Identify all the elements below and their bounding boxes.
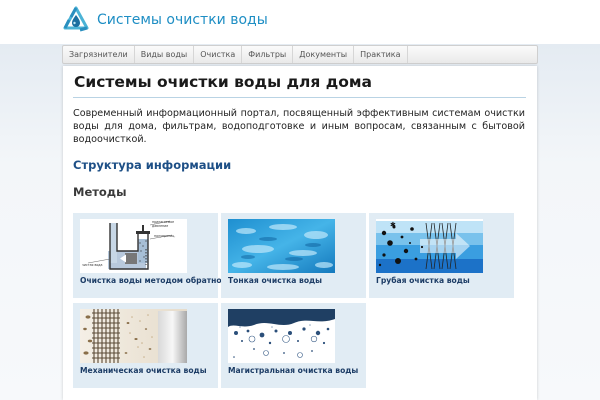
- method-caption[interactable]: Очистка воды методом обратного: [80, 276, 231, 285]
- method-caption[interactable]: Тонкая очистка воды: [228, 276, 322, 285]
- page-title: Системы очистки воды для дома: [74, 73, 373, 91]
- nav-item-pollutants[interactable]: Загрязнители: [63, 46, 135, 63]
- title-divider: [73, 97, 526, 98]
- svg-text:давление: давление: [152, 224, 168, 228]
- blue-water-texture-image[interactable]: [228, 219, 335, 273]
- main-content: Системы очистки воды для дома Современны…: [63, 66, 537, 400]
- method-card-mechanical[interactable]: Механическая очистка воды: [73, 303, 218, 388]
- method-card-coarse[interactable]: ✱ Грубая очистка воды: [369, 213, 514, 298]
- main-navigation: Загрязнители Виды воды Очистка Фильтры Д…: [62, 45, 538, 64]
- nav-item-purification[interactable]: Очистка: [194, 46, 243, 63]
- method-card-fine[interactable]: Тонкая очистка воды: [221, 213, 366, 298]
- mainline-filter-micrograph-image[interactable]: [228, 309, 335, 363]
- intro-text: Современный информационный портал, посвя…: [73, 108, 525, 145]
- site-header: Системы очистки воды: [0, 0, 600, 44]
- nav-item-filters[interactable]: Фильтры: [242, 46, 294, 63]
- mechanical-filter-mesh-image[interactable]: [80, 309, 187, 363]
- nav-item-documents[interactable]: Документы: [293, 46, 355, 63]
- nav-item-practice[interactable]: Практика: [354, 46, 408, 63]
- svg-text:полупрониц.: полупрониц.: [154, 234, 175, 238]
- method-caption[interactable]: Механическая очистка воды: [80, 366, 207, 375]
- nav-item-water-types[interactable]: Виды воды: [135, 46, 195, 63]
- reverse-osmosis-diagram-image[interactable]: прилагаемое давление полупрониц. чистая …: [80, 219, 187, 273]
- method-card-mainline[interactable]: Магистральная очистка воды: [221, 303, 366, 388]
- coarse-filter-diagram-image[interactable]: ✱: [376, 219, 483, 273]
- site-title[interactable]: Системы очистки воды: [97, 12, 268, 28]
- method-caption[interactable]: Грубая очистка воды: [376, 276, 470, 285]
- method-card-reverse-osmosis[interactable]: прилагаемое давление полупрониц. чистая …: [73, 213, 231, 298]
- svg-text:чистая вода: чистая вода: [82, 263, 102, 267]
- structure-heading-link[interactable]: Структура информации: [73, 158, 231, 172]
- recycle-water-drop-icon[interactable]: [62, 6, 90, 36]
- methods-heading: Методы: [73, 185, 127, 199]
- method-caption[interactable]: Магистральная очистка воды: [228, 366, 358, 375]
- svg-text:✱: ✱: [390, 221, 396, 229]
